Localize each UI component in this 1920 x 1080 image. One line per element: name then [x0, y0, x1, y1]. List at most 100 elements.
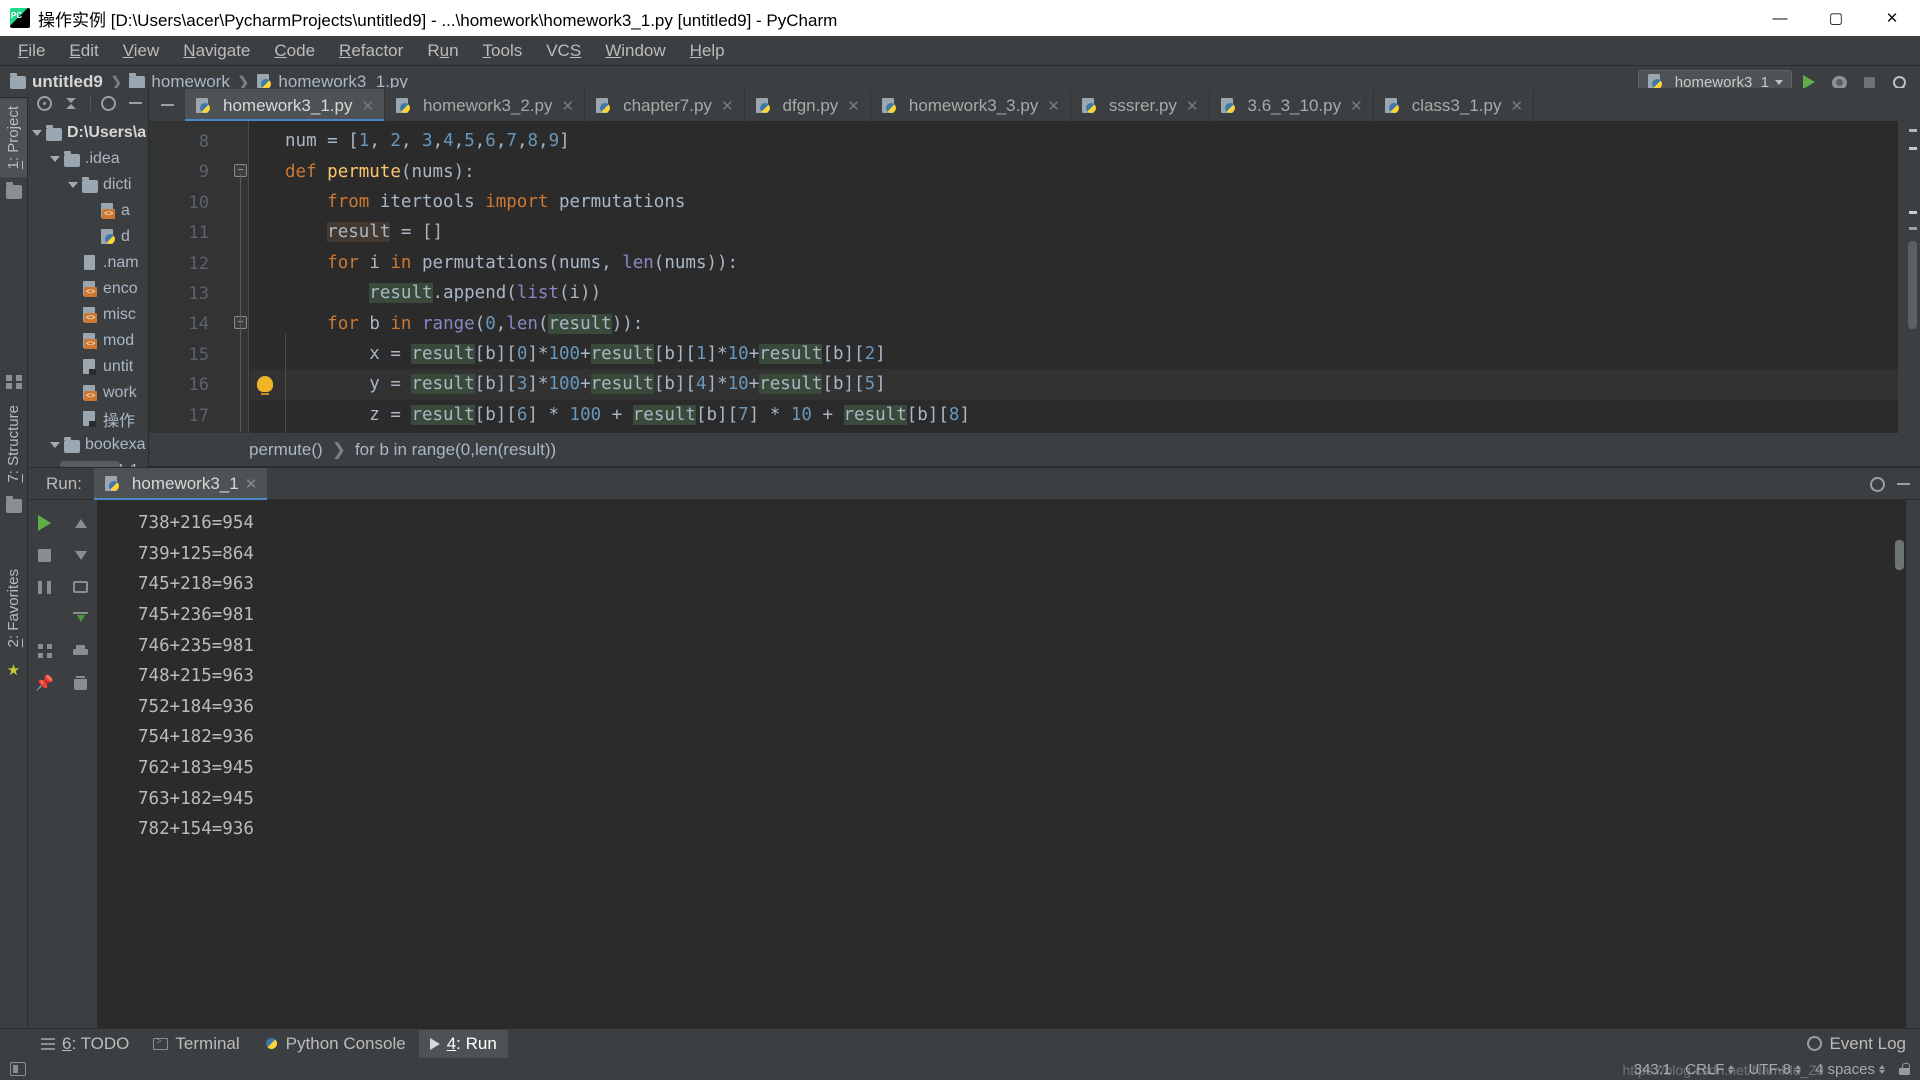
tree-twisty-icon[interactable]	[50, 442, 60, 448]
editor-line[interactable]: result.append(list(i))	[250, 278, 1898, 308]
close-icon[interactable]: ✕	[361, 97, 374, 115]
maximize-button[interactable]: ▢	[1808, 0, 1864, 36]
run-tab-homework3-1[interactable]: homework3_1 ✕	[94, 468, 267, 500]
project-tree-node[interactable]: .idea	[28, 146, 148, 172]
menu-item-help[interactable]: Help	[678, 38, 737, 64]
project-tree-node[interactable]: mod	[28, 328, 148, 354]
bottom-tab-pythonconsole[interactable]: Python Console	[253, 1030, 417, 1058]
close-icon[interactable]: ✕	[245, 475, 258, 493]
editor-tabs-hide-button[interactable]	[149, 88, 185, 122]
editor-line[interactable]: for b in range(0,len(result)):	[250, 308, 1898, 338]
menu-item-view[interactable]: View	[111, 38, 172, 64]
stop-button[interactable]	[30, 540, 60, 570]
indent-setting[interactable]: 4 spaces	[1815, 1061, 1885, 1078]
menu-item-window[interactable]: Window	[593, 38, 677, 64]
rerun-button[interactable]	[30, 508, 60, 538]
menu-item-file[interactable]: File	[6, 38, 57, 64]
sidebar-item-project[interactable]: 1: Project	[0, 98, 27, 177]
editor-tab-chapter7py[interactable]: chapter7.py✕	[585, 89, 744, 122]
editor-marker-stripe[interactable]	[1898, 121, 1920, 433]
editor-line[interactable]: def permute(nums):	[250, 156, 1898, 186]
show-grid-button[interactable]	[30, 636, 60, 666]
gear-icon[interactable]	[1870, 477, 1885, 492]
project-tree-node[interactable]: untit	[28, 354, 148, 380]
editor-tab-homework31py[interactable]: homework3_1.py✕	[185, 89, 385, 122]
line-separator[interactable]: CRLF	[1685, 1061, 1734, 1078]
console-vertical-scrollbar[interactable]	[1895, 540, 1904, 570]
pause-button[interactable]	[30, 572, 60, 602]
project-tree-node[interactable]: work	[28, 380, 148, 406]
soft-wrap-button[interactable]	[66, 572, 96, 602]
tree-twisty-icon[interactable]	[32, 130, 42, 136]
menu-item-code[interactable]: Code	[262, 38, 327, 64]
bottom-tab-terminal[interactable]: Terminal	[142, 1030, 250, 1058]
editor-vertical-scrollbar[interactable]	[1908, 241, 1917, 329]
close-icon[interactable]: ✕	[847, 97, 860, 115]
editor-breadcrumb-item[interactable]: permute()	[249, 440, 323, 460]
editor-line[interactable]: z = result[b][6] * 100 + result[b][7] * …	[250, 400, 1898, 430]
tree-twisty-icon[interactable]	[50, 156, 60, 162]
event-log-button[interactable]: Event Log	[1807, 1034, 1906, 1054]
editor-tab-sssrerpy[interactable]: sssrer.py✕	[1071, 89, 1210, 122]
close-icon[interactable]: ✕	[1350, 97, 1363, 115]
code-editor[interactable]: 8num = [1, 2, 3,4,5,6,7,8,9]9−def permut…	[149, 121, 1920, 433]
project-tree-node[interactable]: enco	[28, 276, 148, 302]
close-icon[interactable]: ✕	[562, 97, 575, 115]
editor-line[interactable]: from itertools import permutations	[250, 187, 1898, 217]
pin-button[interactable]: 📌	[30, 668, 60, 698]
menu-item-navigate[interactable]: Navigate	[171, 38, 262, 64]
editor-line[interactable]: result = []	[250, 217, 1898, 247]
print-button[interactable]	[66, 636, 96, 666]
project-tree-node[interactable]: a	[28, 198, 148, 224]
editor-line[interactable]: x = result[b][0]*100+result[b][1]*10+res…	[250, 339, 1898, 369]
project-tree-node[interactable]: misc	[28, 302, 148, 328]
scroll-to-end-button[interactable]	[66, 604, 96, 634]
close-button[interactable]: ✕	[1864, 0, 1920, 36]
show-tool-windows-icon[interactable]	[10, 1062, 26, 1076]
menu-item-run[interactable]: Run	[415, 38, 470, 64]
project-tree-node[interactable]: .nam	[28, 250, 148, 276]
sidebar-item-favorites[interactable]: 2: Favorites	[0, 561, 27, 655]
editor-line[interactable]: num = [1, 2, 3,4,5,6,7,8,9]	[250, 126, 1898, 156]
marker-stripe-item	[1909, 211, 1917, 214]
editor-tab-homework33py[interactable]: homework3_3.py✕	[871, 89, 1071, 122]
scroll-down-button[interactable]	[66, 540, 96, 570]
close-icon[interactable]: ✕	[1186, 97, 1199, 115]
console-output[interactable]: 738+216=954739+125=864745+218=963745+236…	[98, 500, 1906, 1038]
bottom-tab-4run[interactable]: 4: Run	[419, 1030, 508, 1058]
close-icon[interactable]: ✕	[1510, 97, 1523, 115]
tree-twisty-icon[interactable]	[68, 182, 78, 188]
editor-tab-dfgnpy[interactable]: dfgn.py✕	[745, 89, 871, 122]
minimize-button[interactable]: —	[1752, 0, 1808, 36]
clear-all-button[interactable]	[66, 668, 96, 698]
hide-panel-button[interactable]	[123, 90, 148, 116]
menu-item-vcs[interactable]: VCS	[534, 38, 593, 64]
bottom-tab-6todo[interactable]: 6: TODO	[30, 1030, 140, 1058]
editor-line[interactable]: y = result[b][3]*100+result[b][4]*10+res…	[250, 369, 1898, 399]
project-tree-node[interactable]: bookexa	[28, 432, 148, 458]
editor-tab-homework32py[interactable]: homework3_2.py✕	[385, 89, 585, 122]
locate-button[interactable]	[32, 90, 57, 116]
close-icon[interactable]: ✕	[1047, 97, 1060, 115]
project-tree-node[interactable]: dicti	[28, 172, 148, 198]
scroll-up-button[interactable]	[66, 508, 96, 538]
project-tree-node[interactable]: D:\Users\a	[28, 120, 148, 146]
editor-tab-36310py[interactable]: 3.6_3_10.py✕	[1210, 89, 1374, 122]
collapse-all-button[interactable]	[59, 90, 84, 116]
project-tree-node[interactable]: 操作	[28, 406, 148, 432]
project-tree-node[interactable]: d	[28, 224, 148, 250]
file-encoding[interactable]: UTF-8	[1748, 1061, 1801, 1078]
caret-position[interactable]: 343:1	[1634, 1061, 1672, 1078]
menu-item-refactor[interactable]: Refactor	[327, 38, 415, 64]
close-icon[interactable]: ✕	[721, 97, 734, 115]
menu-item-tools[interactable]: Tools	[471, 38, 535, 64]
minimize-icon[interactable]	[1897, 483, 1910, 485]
indent-guide	[285, 395, 286, 433]
editor-breadcrumb-item[interactable]: for b in range(0,len(result))	[355, 440, 556, 460]
menu-item-edit[interactable]: Edit	[57, 38, 110, 64]
sidebar-item-structure[interactable]: 7: Structure	[0, 397, 27, 491]
editor-line[interactable]: for i in permutations(nums, len(nums)):	[250, 248, 1898, 278]
lock-icon[interactable]	[1899, 1063, 1910, 1075]
project-settings-button[interactable]	[95, 90, 120, 116]
editor-tab-class31py[interactable]: class3_1.py✕	[1374, 89, 1534, 122]
